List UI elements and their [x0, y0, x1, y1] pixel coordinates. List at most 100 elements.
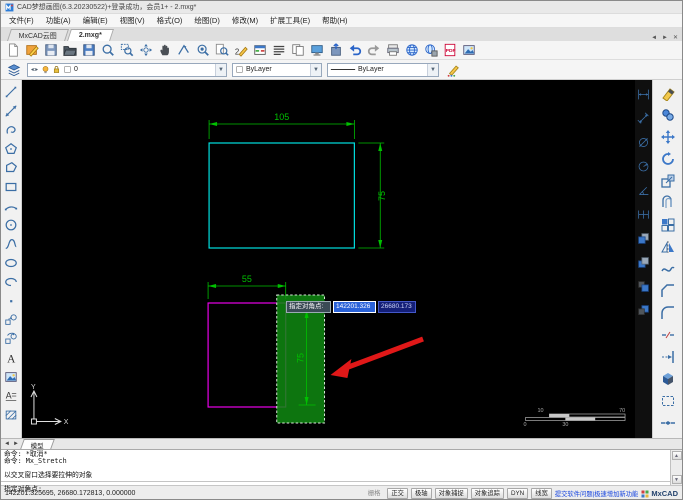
measure-button[interactable] [175, 42, 192, 59]
toggle-dyn[interactable]: DYN [506, 488, 529, 499]
magenta-rectangle[interactable] [207, 302, 287, 408]
pencil-button[interactable]: 2 [232, 42, 249, 59]
block-insert-button[interactable] [3, 312, 19, 327]
fillet-button[interactable] [659, 304, 677, 321]
order-below-button[interactable] [637, 304, 651, 317]
menu-file[interactable]: 文件(F) [3, 14, 40, 27]
drawing-canvas[interactable]: 105 75 55 75 Y X 10 70 0 30 指定对角点: 14220… [22, 80, 635, 438]
undo-button[interactable] [346, 42, 363, 59]
line-button[interactable] [3, 84, 19, 99]
pdf-button[interactable]: PDF [441, 42, 458, 59]
chamfer-button[interactable] [659, 282, 677, 299]
menu-draw[interactable]: 绘图(D) [188, 14, 225, 27]
mirror-button[interactable] [659, 238, 677, 255]
scroll-up-icon[interactable]: ▲ [671, 451, 682, 460]
menu-help[interactable]: 帮助(H) [316, 14, 353, 27]
toggle-lineweight[interactable]: 线宽 [531, 488, 552, 499]
break-button[interactable] [659, 326, 677, 343]
extend-button[interactable] [659, 348, 677, 365]
circle-button[interactable] [3, 217, 19, 232]
xline-button[interactable] [3, 103, 19, 118]
point-button[interactable] [3, 293, 19, 308]
dynamic-input-x-field[interactable]: 142201.326 [333, 301, 376, 313]
save-as-button[interactable] [80, 42, 97, 59]
menu-view[interactable]: 视图(V) [114, 14, 151, 27]
copy-doc-button[interactable] [289, 42, 306, 59]
layer-dropdown-arrow-icon[interactable]: ▼ [215, 63, 226, 76]
web-gear-button[interactable] [422, 42, 439, 59]
move-button[interactable] [659, 128, 677, 145]
dim-linear-button[interactable] [637, 88, 651, 101]
layer-manager-button[interactable] [5, 61, 22, 78]
tab-close-button[interactable]: ✕ [673, 34, 678, 41]
menu-modify[interactable]: 修改(M) [226, 14, 264, 27]
explode-button[interactable] [659, 370, 677, 387]
layout-prev-button[interactable]: ◄ [4, 441, 10, 447]
order-back-button[interactable] [637, 256, 651, 269]
order-front-button[interactable] [637, 232, 651, 245]
web-button[interactable] [403, 42, 420, 59]
layout-next-button[interactable]: ► [13, 441, 19, 447]
dim-continue-button[interactable] [637, 208, 651, 221]
open-button[interactable] [61, 42, 78, 59]
layer-select[interactable]: 0 ▼ [27, 62, 227, 77]
screen-button[interactable] [308, 42, 325, 59]
dim-angular-button[interactable] [637, 184, 651, 197]
color-select[interactable]: ByLayer ▼ [232, 62, 322, 77]
image-button[interactable] [3, 369, 19, 384]
rotate-button[interactable] [659, 150, 677, 167]
tab-drawing-2[interactable]: 2.mxg* [67, 29, 115, 41]
print-button[interactable] [384, 42, 401, 59]
linetype-select[interactable]: ByLayer ▼ [327, 62, 439, 77]
block-make-button[interactable] [3, 331, 19, 346]
hatch-button[interactable] [3, 407, 19, 422]
layer-table-button[interactable] [251, 42, 268, 59]
new-button[interactable] [4, 42, 21, 59]
zoom-object-button[interactable] [194, 42, 211, 59]
upload-button[interactable] [327, 42, 344, 59]
erase-button[interactable] [659, 84, 677, 101]
text-style-button[interactable]: A [3, 388, 19, 403]
tab-mxcad-cloud[interactable]: MxCAD云图 [7, 29, 70, 41]
menu-function[interactable]: 功能(A) [40, 14, 77, 27]
zoom-extents-button[interactable] [137, 42, 154, 59]
dim-diameter-button[interactable] [637, 136, 651, 149]
save-button[interactable] [42, 42, 59, 59]
toggle-grid[interactable]: 栅格 [364, 488, 385, 499]
spline-button[interactable] [3, 236, 19, 251]
command-scrollbar[interactable]: ▲ ▼ [670, 450, 682, 485]
dim-aligned-button[interactable] [637, 112, 651, 125]
scale-button[interactable] [659, 172, 677, 189]
dynamic-input-y-field[interactable]: 26680.173 [378, 301, 416, 313]
polyline-button[interactable] [3, 122, 19, 137]
toggle-osnap[interactable]: 对象捕捉 [434, 488, 468, 499]
polygon2-button[interactable] [3, 160, 19, 175]
cyan-rectangle[interactable] [208, 142, 355, 249]
color-dropdown-arrow-icon[interactable]: ▼ [310, 63, 321, 76]
array-button[interactable] [659, 216, 677, 233]
find-button[interactable] [213, 42, 230, 59]
ellipse-arc-button[interactable] [3, 274, 19, 289]
spline-edit-button[interactable] [659, 260, 677, 277]
menu-ext-tools[interactable]: 扩展工具(E) [264, 14, 316, 27]
order-above-button[interactable] [637, 280, 651, 293]
text-button[interactable]: A [3, 350, 19, 365]
toggle-otrack[interactable]: 对象追踪 [470, 488, 504, 499]
arc-button[interactable] [3, 198, 19, 213]
promo-link[interactable]: 提交软件问题|极速增加新功能 [555, 489, 639, 498]
region-button[interactable] [659, 392, 677, 409]
zoom-button[interactable] [99, 42, 116, 59]
tab-prev-button[interactable]: ◄ [651, 35, 657, 41]
rectangle-button[interactable] [3, 179, 19, 194]
polygon-button[interactable] [3, 141, 19, 156]
tab-next-button[interactable]: ► [662, 35, 668, 41]
model-tab[interactable]: 模型 [20, 439, 55, 450]
scroll-down-icon[interactable]: ▼ [671, 475, 682, 484]
redo-button[interactable] [365, 42, 382, 59]
zoom-window-button[interactable] [118, 42, 135, 59]
toggle-polar[interactable]: 极轴 [410, 488, 432, 499]
offset-button[interactable] [659, 194, 677, 211]
linetype-dropdown-arrow-icon[interactable]: ▼ [427, 63, 438, 76]
match-properties-button[interactable] [444, 61, 461, 78]
copy-button[interactable] [659, 106, 677, 123]
